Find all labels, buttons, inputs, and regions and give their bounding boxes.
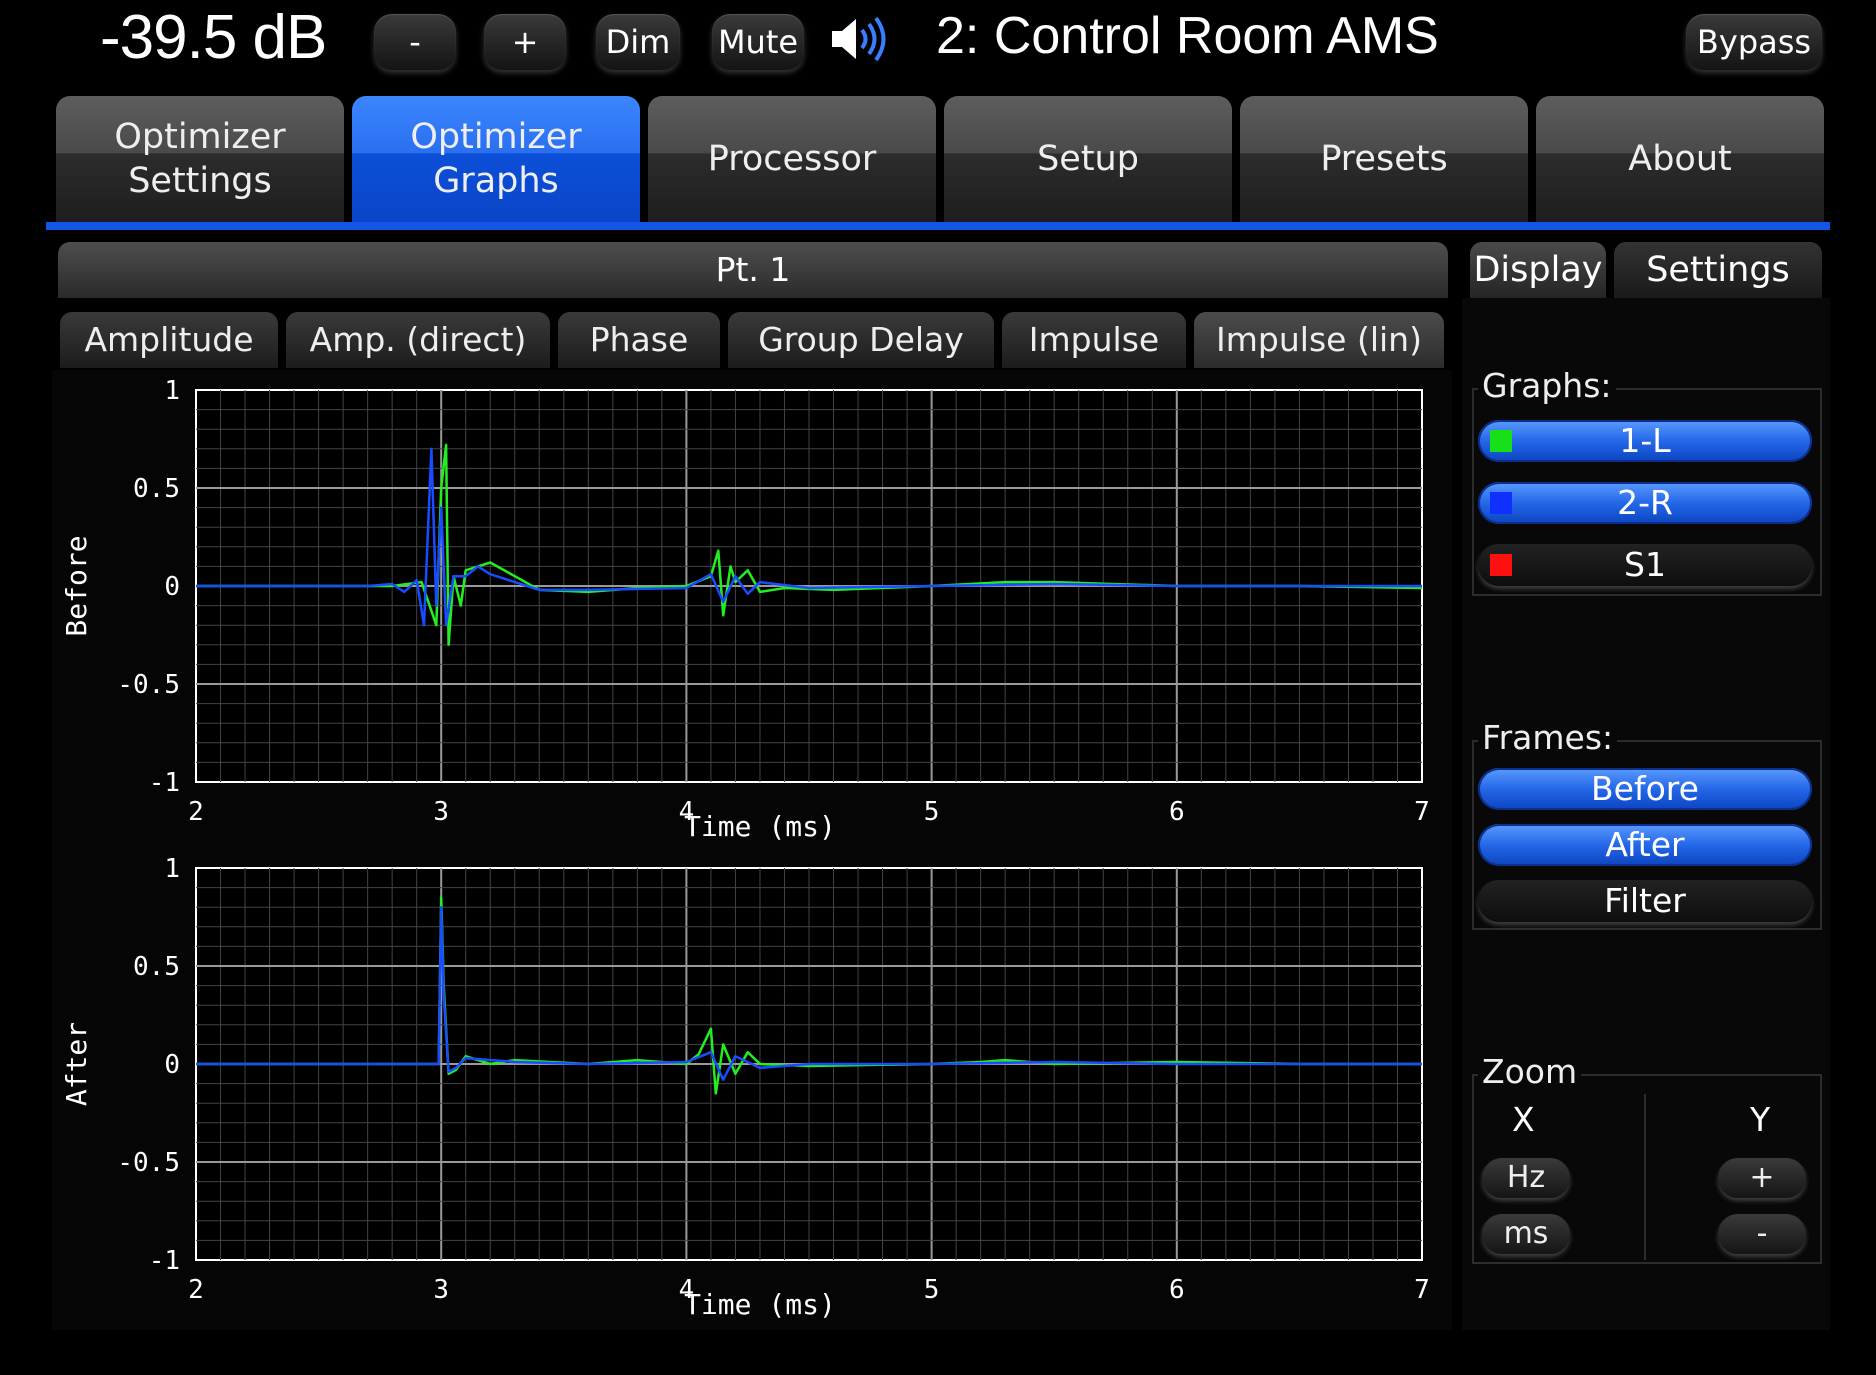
zoom-y-label: Y <box>1750 1100 1771 1139</box>
measurement-point-selector[interactable]: Pt. 1 <box>58 242 1448 298</box>
tab-label-line1: Optimizer <box>114 117 286 157</box>
graphs-label: Graphs: <box>1478 366 1616 405</box>
subtab-impulse-lin[interactable]: Impulse (lin) <box>1194 312 1444 368</box>
master-level-readout: -39.5 dB <box>100 3 327 72</box>
tab-presets[interactable]: Presets <box>1240 96 1528 222</box>
subtab-impulse[interactable]: Impulse <box>1002 312 1186 368</box>
impulse-charts: 2 3 4 5 6 710.50-0.5-1Time (ms)Before2 3 4 5 6 710… <box>60 376 1430 1321</box>
graph-label: 2-R <box>1617 483 1673 522</box>
frames-label: Frames: <box>1478 718 1618 757</box>
tab-side-settings[interactable]: Settings <box>1614 242 1822 298</box>
tab-label: About <box>1628 139 1732 179</box>
blue-swatch-icon <box>1490 492 1512 514</box>
zoom-x-hz-button[interactable]: Hz <box>1482 1158 1570 1198</box>
x-tick-label: 3 <box>433 797 449 827</box>
x-tick-label: 7 <box>1414 1275 1430 1305</box>
x-axis-label: Time (ms) <box>684 1288 836 1321</box>
graph-1-l-toggle[interactable]: 1-L <box>1478 420 1812 462</box>
mute-button[interactable]: Mute <box>712 14 804 70</box>
subtab-amplitude[interactable]: Amplitude <box>60 312 278 368</box>
tab-optimizer-graphs[interactable]: Optimizer Graphs <box>352 96 640 222</box>
y-tick-label: 0.5 <box>133 474 180 504</box>
y-tick-label: 0.5 <box>133 952 180 982</box>
y-tick-label: 0 <box>164 1050 180 1080</box>
tab-label-line2: Graphs <box>433 161 559 201</box>
zoom-x-label: X <box>1512 1100 1535 1139</box>
y-axis-label: Before <box>60 535 93 636</box>
subtab-group-delay[interactable]: Group Delay <box>728 312 994 368</box>
subtab-amp-direct[interactable]: Amp. (direct) <box>286 312 550 368</box>
graph-s1-toggle[interactable]: S1 <box>1478 544 1812 586</box>
zoom-label: Zoom <box>1478 1052 1582 1091</box>
bypass-button[interactable]: Bypass <box>1686 14 1822 70</box>
tab-bar-underline <box>46 222 1830 230</box>
y-axis-label: After <box>60 1022 93 1106</box>
volume-up-button[interactable]: + <box>484 14 566 70</box>
chart-before: 2 3 4 5 6 710.50-0.5-1Time (ms)Before <box>60 376 1430 843</box>
volume-down-button[interactable]: - <box>374 14 456 70</box>
tab-about[interactable]: About <box>1536 96 1824 222</box>
frame-after-toggle[interactable]: After <box>1478 824 1812 866</box>
graph-label: S1 <box>1624 545 1666 584</box>
x-tick-label: 2 <box>188 1275 204 1305</box>
chart-after: 2 3 4 5 6 710.50-0.5-1Time (ms)After <box>60 854 1430 1321</box>
x-tick-label: 2 <box>188 797 204 827</box>
frame-filter-toggle[interactable]: Filter <box>1478 880 1812 922</box>
y-tick-label: 1 <box>164 376 180 406</box>
green-swatch-icon <box>1490 430 1512 452</box>
tab-display[interactable]: Display <box>1470 242 1606 298</box>
tab-label-line1: Optimizer <box>410 117 582 157</box>
tab-label: Presets <box>1320 139 1448 179</box>
x-tick-label: 6 <box>1169 1275 1185 1305</box>
y-tick-label: -0.5 <box>117 1148 180 1178</box>
x-tick-label: 6 <box>1169 797 1185 827</box>
x-tick-label: 5 <box>924 797 940 827</box>
x-axis-label: Time (ms) <box>684 810 836 843</box>
graph-2-r-toggle[interactable]: 2-R <box>1478 482 1812 524</box>
graph-label: 1-L <box>1619 421 1671 460</box>
tab-processor[interactable]: Processor <box>648 96 936 222</box>
y-tick-label: 0 <box>164 572 180 602</box>
x-tick-label: 3 <box>433 1275 449 1305</box>
zoom-y-out-button[interactable]: - <box>1718 1214 1806 1254</box>
zoom-y-in-button[interactable]: + <box>1718 1158 1806 1198</box>
y-tick-label: -1 <box>149 768 180 798</box>
frame-before-toggle[interactable]: Before <box>1478 768 1812 810</box>
tab-label-line2: Settings <box>128 161 272 201</box>
tab-setup[interactable]: Setup <box>944 96 1232 222</box>
y-tick-label: -0.5 <box>117 670 180 700</box>
y-tick-label: 1 <box>164 854 180 884</box>
subtab-phase[interactable]: Phase <box>558 312 720 368</box>
graph-area: 2 3 4 5 6 7 1 0.5 0 -0.5 -1 Time (ms) Before 2 3 4 5 6 7 1 0… <box>52 370 1452 1330</box>
tab-label: Setup <box>1037 139 1139 179</box>
room-title: 2: Control Room AMS <box>936 7 1439 65</box>
y-tick-label: -1 <box>149 1246 180 1276</box>
tab-label: Processor <box>707 139 877 179</box>
zoom-divider <box>1644 1094 1646 1260</box>
zoom-x-ms-button[interactable]: ms <box>1482 1214 1570 1254</box>
x-tick-label: 5 <box>924 1275 940 1305</box>
speaker-volume-icon[interactable] <box>828 14 892 64</box>
x-tick-label: 7 <box>1414 797 1430 827</box>
tab-optimizer-settings[interactable]: Optimizer Settings <box>56 96 344 222</box>
dim-button[interactable]: Dim <box>596 14 680 70</box>
red-swatch-icon <box>1490 554 1512 576</box>
